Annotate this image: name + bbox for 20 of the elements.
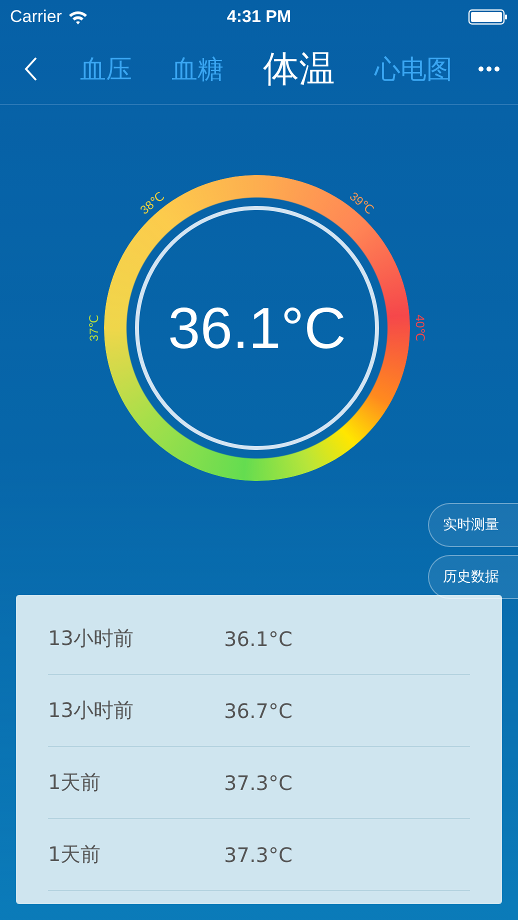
time-cell-text: 1天前 (48, 769, 102, 796)
clock: 4:31 PM (226, 7, 292, 27)
temperature-reading: 36.1°C (168, 294, 346, 362)
tab[interactable]: 体温 (262, 44, 335, 94)
battery-icon (468, 9, 508, 25)
wifi-icon (68, 10, 88, 24)
back-button[interactable] (24, 56, 38, 82)
temperature-cell-text: 37.3°C (224, 770, 294, 794)
side-button[interactable]: 历史数据 (428, 555, 518, 599)
side-button[interactable]: 实时测量 (428, 503, 518, 547)
scale-label: 40℃ (413, 314, 427, 342)
carrier-name: Carrier (10, 7, 62, 27)
temperature-cell-text: 36.1°C (224, 626, 294, 650)
scale-label: 37℃ (87, 314, 101, 342)
time-cell-text: 1天前 (48, 841, 102, 868)
temperature-cell-text: 36.7°C (224, 698, 294, 722)
time-cell-text: 13小时前 (48, 625, 134, 652)
time-cell-text: 13小时前 (48, 697, 134, 724)
temperature-cell-text: 37.3°C (224, 842, 294, 866)
more-button[interactable] (478, 66, 500, 72)
